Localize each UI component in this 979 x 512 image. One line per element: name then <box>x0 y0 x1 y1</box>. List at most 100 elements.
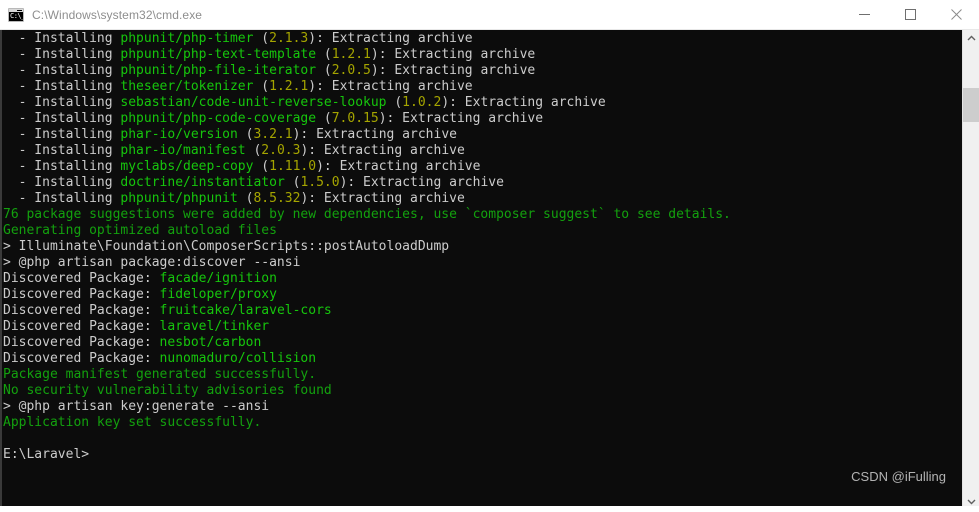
terminal-text-span: > @php artisan key:generate --ansi <box>3 399 270 414</box>
terminal-line: No security vulnerability advisories fou… <box>2 383 962 399</box>
terminal-text-span: - Installing <box>3 191 121 206</box>
terminal-line: Discovered Package: nesbot/carbon <box>2 335 962 351</box>
terminal-text-span: - Installing <box>3 31 121 46</box>
terminal-line: - Installing phpunit/php-timer (2.1.3): … <box>2 31 962 47</box>
terminal-text-span: facade/ignition <box>159 271 277 286</box>
terminal-text-span: ): Extracting archive <box>316 159 481 174</box>
scrollbar-track-lower[interactable] <box>963 122 979 493</box>
terminal-line: E:\Laravel> <box>2 447 962 463</box>
terminal-line: - Installing phpunit/phpunit (8.5.32): E… <box>2 191 962 207</box>
terminal-text-span: fruitcake/laravel-cors <box>159 303 332 318</box>
terminal-output[interactable]: - Installing phpunit/php-timer (2.1.3): … <box>0 30 962 506</box>
terminal-text-span: sebastian/code-unit-reverse-lookup <box>120 95 387 110</box>
terminal-text-span: 1.2.1 <box>269 79 309 94</box>
terminal-text-span: ( <box>316 63 332 78</box>
terminal-text-span: theseer/tokenizer <box>120 79 254 94</box>
terminal-text-span: ( <box>284 175 301 190</box>
terminal-text-span: ( <box>253 31 270 46</box>
terminal-line: - Installing phpunit/php-text-template (… <box>2 47 962 63</box>
terminal-line: > @php artisan key:generate --ansi <box>2 399 962 415</box>
close-button[interactable] <box>933 0 979 30</box>
terminal-text-span: ): Extracting archive <box>300 143 465 158</box>
terminal-text-span: - Installing <box>3 47 121 62</box>
terminal-text-span: Package manifest generated successfully. <box>3 367 317 382</box>
terminal-line: - Installing theseer/tokenizer (1.2.1): … <box>2 79 962 95</box>
terminal-text-span: 2.1.3 <box>269 31 309 46</box>
icon-prompt-glyph: C:\_ <box>10 11 24 20</box>
terminal-text-span: 1.0.2 <box>402 95 442 110</box>
terminal-text-span: - Installing <box>3 159 121 174</box>
terminal-text-span: ( <box>253 159 270 174</box>
terminal-text-span: 8.5.32 <box>253 191 301 206</box>
terminal-text-span: myclabs/deep-copy <box>120 159 254 174</box>
terminal-line: Discovered Package: fideloper/proxy <box>2 287 962 303</box>
terminal-text-span: phpunit/php-code-coverage <box>120 111 317 126</box>
terminal-text-span: Generating optimized autoload files <box>3 223 277 238</box>
terminal-text-span: phpunit/phpunit <box>120 191 238 206</box>
terminal-text-span: ): Extracting archive <box>370 47 536 62</box>
terminal-text-span: - Installing <box>3 95 121 110</box>
terminal-text-span: - Installing <box>3 63 121 78</box>
title-bar: C:\_ C:\Windows\system32\cmd.exe <box>0 0 979 30</box>
terminal-text-span: > @php artisan package:discover --ansi <box>3 255 301 270</box>
terminal-text-span: - Installing <box>3 79 121 94</box>
scrollbar-thumb[interactable] <box>963 88 979 122</box>
terminal-text-span: Discovered Package: <box>3 271 160 286</box>
terminal-text-span: phpunit/php-file-iterator <box>120 63 317 78</box>
vertical-scrollbar[interactable] <box>962 30 979 512</box>
terminal-text-span: > Illuminate\Foundation\ComposerScripts:… <box>3 239 450 254</box>
terminal-text-span: ): Extracting archive <box>300 191 465 206</box>
terminal-text-span: 76 package suggestions were added by new… <box>3 207 731 222</box>
terminal-text-span: phar-io/version <box>120 127 238 142</box>
terminal-text-span: E:\Laravel> <box>3 447 90 462</box>
watermark-text: CSDN @iFulling <box>851 469 946 484</box>
terminal-text-span: ( <box>237 127 254 142</box>
terminal-text-span: ): Extracting archive <box>441 95 606 110</box>
minimize-button[interactable] <box>841 0 887 30</box>
terminal-text-span: ): Extracting archive <box>370 63 536 78</box>
terminal-line: - Installing phpunit/php-code-coverage (… <box>2 111 962 127</box>
terminal-line: Discovered Package: laravel/tinker <box>2 319 962 335</box>
terminal-text-span: - Installing <box>3 127 121 142</box>
terminal-text-span: ): Extracting archive <box>292 127 457 142</box>
terminal-line: 76 package suggestions were added by new… <box>2 207 962 223</box>
terminal-line: - Installing sebastian/code-unit-reverse… <box>2 95 962 111</box>
scrollbar-track-upper[interactable] <box>963 47 979 88</box>
terminal-line: > Illuminate\Foundation\ComposerScripts:… <box>2 239 962 255</box>
terminal-line: Discovered Package: nunomaduro/collision <box>2 351 962 367</box>
terminal-text-span: - Installing <box>3 111 121 126</box>
terminal-line: Discovered Package: facade/ignition <box>2 271 962 287</box>
terminal-text-span: ): Extracting archive <box>378 111 544 126</box>
terminal-text-span: fideloper/proxy <box>159 287 277 302</box>
terminal-line: Generating optimized autoload files <box>2 223 962 239</box>
terminal-text-span: 7.0.15 <box>331 111 379 126</box>
terminal-text-span: nesbot/carbon <box>159 335 262 350</box>
terminal-text-span: Discovered Package: <box>3 351 160 366</box>
terminal-line: - Installing phar-io/version (3.2.1): Ex… <box>2 127 962 143</box>
terminal-text-span: laravel/tinker <box>159 319 270 334</box>
terminal-text-span: nunomaduro/collision <box>159 351 317 366</box>
terminal-line: Package manifest generated successfully. <box>2 367 962 383</box>
terminal-text-span: ( <box>237 191 254 206</box>
terminal-text-span: Discovered Package: <box>3 335 160 350</box>
scroll-up-button[interactable] <box>963 30 979 47</box>
terminal-text-span: Discovered Package: <box>3 319 160 334</box>
terminal-text-span: 2.0.5 <box>331 63 371 78</box>
terminal-line: Discovered Package: fruitcake/laravel-co… <box>2 303 962 319</box>
window-title: C:\Windows\system32\cmd.exe <box>32 7 203 22</box>
console-area: - Installing phpunit/php-timer (2.1.3): … <box>0 30 979 512</box>
window-bottom-edge <box>0 506 979 512</box>
terminal-text-span: 1.11.0 <box>269 159 317 174</box>
terminal-text-span: Discovered Package: <box>3 287 160 302</box>
terminal-line: > @php artisan package:discover --ansi <box>2 255 962 271</box>
terminal-text-span: 2.0.3 <box>261 143 301 158</box>
cmd-console-icon: C:\_ <box>8 7 24 22</box>
terminal-text-span: Application key set successfully. <box>3 415 262 430</box>
cmd-window: C:\_ C:\Windows\system32\cmd.exe - Insta… <box>0 0 979 512</box>
terminal-text-span: 1.5.0 <box>300 175 340 190</box>
maximize-button[interactable] <box>887 0 933 30</box>
terminal-line: Application key set successfully. <box>2 415 962 431</box>
terminal-line: - Installing phpunit/php-file-iterator (… <box>2 63 962 79</box>
terminal-line: - Installing phar-io/manifest (2.0.3): E… <box>2 143 962 159</box>
